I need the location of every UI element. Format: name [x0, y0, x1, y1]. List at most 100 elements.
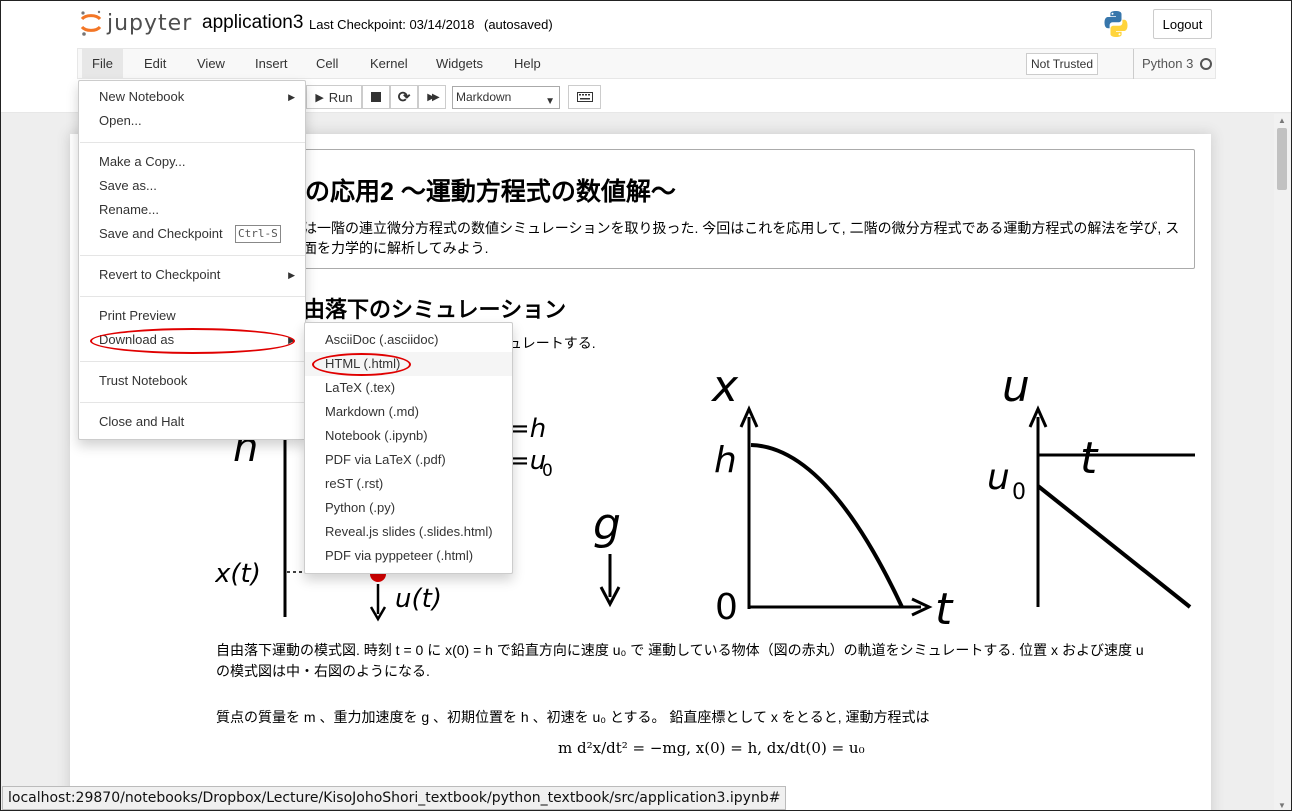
jupyter-logo-text: jupyter: [107, 10, 193, 36]
menu-kernel[interactable]: Kernel: [360, 49, 418, 79]
restart-icon: ⟳: [397, 89, 411, 106]
menu-widgets[interactable]: Widgets: [426, 49, 493, 79]
stop-icon: [371, 92, 381, 102]
menu-divider: [80, 142, 305, 143]
page-scrollbar[interactable]: ▲ ▼: [1274, 114, 1291, 810]
equation-of-motion: m d²x/dt² = −mg, x(0) = h, dx/dt(0) = u₀: [558, 739, 865, 757]
equation-intro-text: 質点の質量を m 、重力加速度を g 、初期位置を h 、初速を u₀ とする。…: [216, 709, 930, 725]
menu-item-save-checkpoint[interactable]: Save and Checkpoint Ctrl-S: [79, 222, 305, 246]
chevron-down-icon: ▼: [545, 96, 555, 107]
submenu-arrow-icon: ▶: [288, 270, 295, 280]
scroll-down-arrow-icon[interactable]: ▼: [1278, 801, 1286, 810]
kernel-idle-indicator-icon: [1200, 58, 1212, 70]
download-revealjs[interactable]: Reveal.js slides (.slides.html): [305, 520, 512, 544]
menu-item-save-as[interactable]: Save as...: [79, 174, 305, 198]
menu-item-close-halt[interactable]: Close and Halt: [79, 410, 305, 434]
cell-type-value: Markdown: [456, 90, 512, 104]
gravity-g-label: g: [593, 499, 621, 550]
browser-window: jupyter application3 Last Checkpoint: 03…: [0, 0, 1292, 811]
velocity-graph-u0-subscript: 0: [1012, 480, 1026, 505]
menu-help[interactable]: Help: [504, 49, 551, 79]
velocity-graph-u0-label: u: [987, 457, 1010, 498]
initial-position-equation: =h: [508, 414, 546, 444]
figure-caption-line1: 自由落下運動の模式図. 時刻 t = 0 に x(0) = h で鉛直方向に速度…: [216, 642, 1144, 658]
logout-button[interactable]: Logout: [1153, 9, 1212, 39]
jupyter-logo-icon: [80, 10, 102, 36]
html-highlight-ellipse: [312, 353, 411, 376]
menu-item-rename[interactable]: Rename...: [79, 198, 305, 222]
notebook-name[interactable]: application3: [202, 12, 303, 34]
intro-text-line1: は一階の連立微分方程式の数値シミュレーションを取り扱った. 今回はこれを応用して…: [303, 220, 1180, 236]
fast-forward-icon: ▶▶: [427, 91, 440, 103]
menu-divider: [80, 255, 305, 256]
browser-status-url: localhost:29870/notebooks/Dropbox/Lectur…: [2, 786, 787, 810]
last-checkpoint: Last Checkpoint: 03/14/2018: [309, 17, 475, 32]
menu-item-label: New Notebook: [99, 89, 185, 104]
section-intro-text: ュレートする.: [508, 335, 596, 351]
download-pdf-pyppeteer[interactable]: PDF via pyppeteer (.html): [305, 544, 512, 568]
play-icon: ▶: [315, 91, 324, 104]
position-graph-h-label: h: [714, 440, 737, 481]
intro-text-line2: 面を力学的に解析してみよう.: [303, 240, 489, 256]
menu-item-label: Save and Checkpoint: [99, 226, 223, 241]
run-button-label: Run: [328, 89, 353, 105]
menubar: File Edit View Insert Cell Kernel Widget…: [77, 48, 1216, 79]
run-button[interactable]: ▶ Run: [306, 85, 362, 109]
scrollbar-thumb[interactable]: [1277, 128, 1287, 190]
initial-velocity-subscript: 0: [542, 461, 553, 481]
menu-divider: [80, 402, 305, 403]
menu-insert[interactable]: Insert: [245, 49, 298, 79]
autosave-status: (autosaved): [484, 17, 553, 32]
menu-item-trust-notebook[interactable]: Trust Notebook: [79, 369, 305, 393]
download-python[interactable]: Python (.py): [305, 496, 512, 520]
interrupt-button[interactable]: [362, 85, 390, 109]
menu-item-make-copy[interactable]: Make a Copy...: [79, 150, 305, 174]
position-graph-x-label: x: [710, 361, 739, 412]
kernel-name: Python 3: [1133, 49, 1193, 79]
menu-item-label: Revert to Checkpoint: [99, 267, 221, 282]
velocity-graph-u-label: u: [1002, 361, 1030, 412]
section-heading: 由落下のシミュレーション: [303, 297, 567, 322]
menu-view[interactable]: View: [187, 49, 235, 79]
figure-caption-line2: の模式図は中・右図のようになる.: [216, 663, 430, 679]
download-markdown[interactable]: Markdown (.md): [305, 400, 512, 424]
file-dropdown-menu: New Notebook ▶ Open... Make a Copy... Sa…: [78, 80, 306, 440]
velocity-line: [1036, 484, 1192, 609]
menu-item-new-notebook[interactable]: New Notebook ▶: [79, 85, 305, 109]
menu-item-open[interactable]: Open...: [79, 109, 305, 133]
download-notebook[interactable]: Notebook (.ipynb): [305, 424, 512, 448]
velocity-graph-t-label: t: [1080, 433, 1099, 484]
position-graph-origin-label: 0: [715, 587, 738, 628]
initial-velocity-equation: =u: [508, 446, 546, 476]
menu-item-revert-checkpoint[interactable]: Revert to Checkpoint ▶: [79, 263, 305, 287]
schematic-u-t-label: u(t): [395, 584, 442, 614]
cell-type-select[interactable]: Markdown ▼: [452, 86, 560, 109]
download-rest[interactable]: reST (.rst): [305, 472, 512, 496]
position-trajectory-curve: [750, 443, 904, 608]
command-palette-button[interactable]: [568, 85, 601, 109]
menu-divider: [80, 361, 305, 362]
download-asciidoc[interactable]: AsciiDoc (.asciidoc): [305, 328, 512, 352]
restart-run-all-button[interactable]: ▶▶: [418, 85, 446, 109]
menu-item-print-preview[interactable]: Print Preview: [79, 304, 305, 328]
submenu-arrow-icon: ▶: [288, 92, 295, 102]
download-latex[interactable]: LaTeX (.tex): [305, 376, 512, 400]
menu-file[interactable]: File: [82, 49, 123, 79]
download-pdf-latex[interactable]: PDF via LaTeX (.pdf): [305, 448, 512, 472]
menu-divider: [80, 296, 305, 297]
menu-cell[interactable]: Cell: [306, 49, 348, 79]
menu-edit[interactable]: Edit: [134, 49, 176, 79]
not-trusted-button[interactable]: Not Trusted: [1026, 53, 1099, 75]
notebook-title: の応用2 〜運動方程式の数値解〜: [305, 178, 676, 206]
velocity-time-graph: u u 0 t: [987, 361, 1195, 609]
schematic-x-t-label: x(t): [215, 559, 261, 589]
restart-button[interactable]: ⟳: [390, 85, 418, 109]
keyboard-icon: [576, 92, 593, 102]
scroll-up-arrow-icon[interactable]: ▲: [1278, 116, 1286, 125]
keyboard-shortcut-badge: Ctrl-S: [235, 225, 281, 243]
position-graph-t-label: t: [935, 584, 954, 629]
jupyter-logo[interactable]: jupyter: [79, 7, 192, 39]
download-as-highlight-ellipse: [90, 328, 295, 354]
position-time-graph: x h 0 t: [710, 361, 954, 629]
python-logo-icon: [1104, 11, 1128, 37]
